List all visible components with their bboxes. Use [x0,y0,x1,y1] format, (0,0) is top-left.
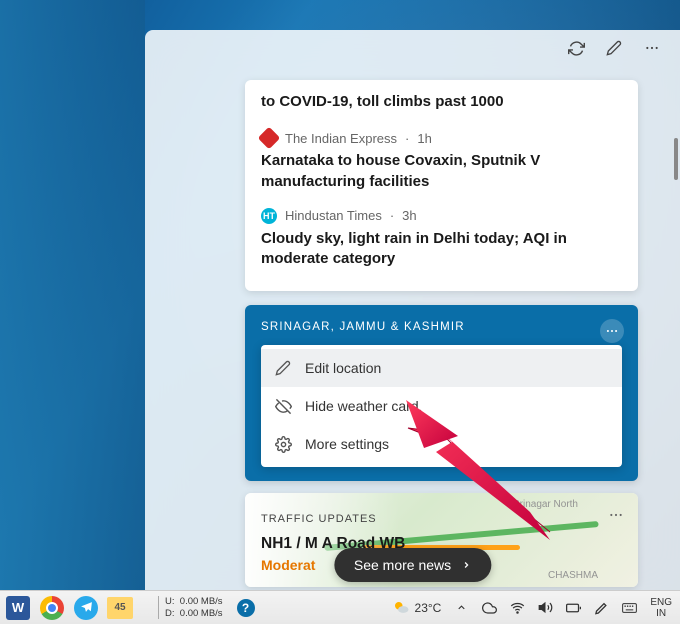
scrollbar[interactable] [674,138,678,180]
tray-battery[interactable] [566,600,581,615]
hindustan-times-icon: HT [261,208,277,224]
wifi-icon [510,600,525,615]
map-label-north: Srinagar North [513,499,578,510]
tray-keyboard[interactable] [622,600,637,615]
taskbar-netspeed[interactable]: U: 0.00 MB/s D: 0.00 MB/s [158,596,223,619]
netspeed-up: 0.00 MB/s [180,596,223,607]
taskbar-telegram[interactable] [72,594,100,622]
dots-icon [644,40,660,56]
news-item[interactable]: HT Hindustan Times · 3h Cloudy sky, ligh… [261,200,622,278]
wallpaper-building [0,0,145,590]
panel-header [566,38,662,58]
hide-icon [275,397,293,415]
weather-more-button[interactable] [600,319,624,343]
traffic-more-button[interactable] [608,507,624,528]
traffic-title: TRAFFIC UPDATES [261,513,622,525]
tray-chevron-up[interactable] [454,600,469,615]
folder-badge: 45 [114,602,125,613]
taskbar-right: 23°C ENG IN [392,597,680,619]
netspeed-down: 0.00 MB/s [180,608,223,619]
tray-wifi[interactable] [510,600,525,615]
chevron-right-icon [461,560,471,570]
lang-line2: IN [650,608,672,619]
tray-input[interactable] [594,600,609,615]
pencil-icon [606,40,622,56]
weather-location: SRINAGAR, JAMMU & KASHMIR [261,321,622,333]
news-source-row: HT Hindustan Times · 3h [261,208,622,224]
taskbar-word[interactable]: W [4,594,32,622]
menu-item-label: Hide weather card [305,398,419,414]
news-card: to COVID-19, toll climbs past 1000 The I… [245,80,638,291]
see-more-news-button[interactable]: See more news [334,548,491,582]
refresh-button[interactable] [566,38,586,58]
news-headline[interactable]: to COVID-19, toll climbs past 1000 [261,92,622,112]
dots-icon [605,324,619,338]
cloud-icon [482,600,497,616]
news-time: 1h [417,131,431,146]
taskbar-chrome[interactable] [38,594,66,622]
cards-area: to COVID-19, toll climbs past 1000 The I… [245,80,638,590]
battery-icon [566,602,581,614]
weather-context-menu: Edit location Hide weather card More set… [261,345,622,467]
widgets-panel: to COVID-19, toll climbs past 1000 The I… [145,30,680,590]
news-source: Hindustan Times [285,208,382,223]
volume-icon [538,600,553,615]
dot-separator: · [405,131,409,146]
keyboard-icon [622,601,637,615]
taskbar: W 45 U: 0.00 MB/s D: 0.00 MB/s ? 23°C EN… [0,590,680,624]
menu-item-label: Edit location [305,360,381,376]
netspeed-up-label: U: [165,596,175,607]
chrome-icon [40,596,64,620]
news-source-row: The Indian Express · 1h [261,130,622,146]
help-icon: ? [237,599,255,617]
tray-language[interactable]: ENG IN [650,597,672,619]
tray-volume[interactable] [538,600,553,615]
telegram-icon [74,596,98,620]
panel-more-button[interactable] [642,38,662,58]
news-headline: Cloudy sky, light rain in Delhi today; A… [261,229,622,270]
netspeed-down-label: D: [165,608,175,619]
tray-onedrive[interactable] [482,600,497,615]
refresh-icon [568,40,585,57]
weather-card: SRINAGAR, JAMMU & KASHMIR Edit location … [245,305,638,481]
menu-item-label: More settings [305,436,389,452]
lang-line1: ENG [650,597,672,608]
news-time: 3h [402,208,416,223]
menu-more-settings[interactable]: More settings [261,425,622,463]
taskbar-weather[interactable]: 23°C [392,599,442,617]
weather-partly-sunny-icon [392,599,410,617]
dots-icon [608,507,624,523]
taskbar-left: W 45 U: 0.00 MB/s D: 0.00 MB/s ? [0,594,257,622]
folder-icon: 45 [107,597,133,619]
news-item[interactable]: The Indian Express · 1h Karnataka to hou… [261,122,622,200]
chevron-up-icon [456,602,467,613]
taskbar-help[interactable]: ? [229,594,257,622]
edit-button[interactable] [604,38,624,58]
indian-express-icon [258,127,281,150]
word-icon: W [6,596,30,620]
news-source: The Indian Express [285,131,397,146]
taskbar-folder[interactable]: 45 [106,594,134,622]
pencil-icon [275,359,293,377]
news-headline: Karnataka to house Covaxin, Sputnik V ma… [261,151,622,192]
pen-input-icon [594,600,609,616]
taskbar-temp: 23°C [415,601,442,615]
menu-hide-weather[interactable]: Hide weather card [261,387,622,425]
gear-icon [275,435,293,453]
menu-edit-location[interactable]: Edit location [261,349,622,387]
see-more-label: See more news [354,557,451,573]
dot-separator: · [390,208,394,223]
